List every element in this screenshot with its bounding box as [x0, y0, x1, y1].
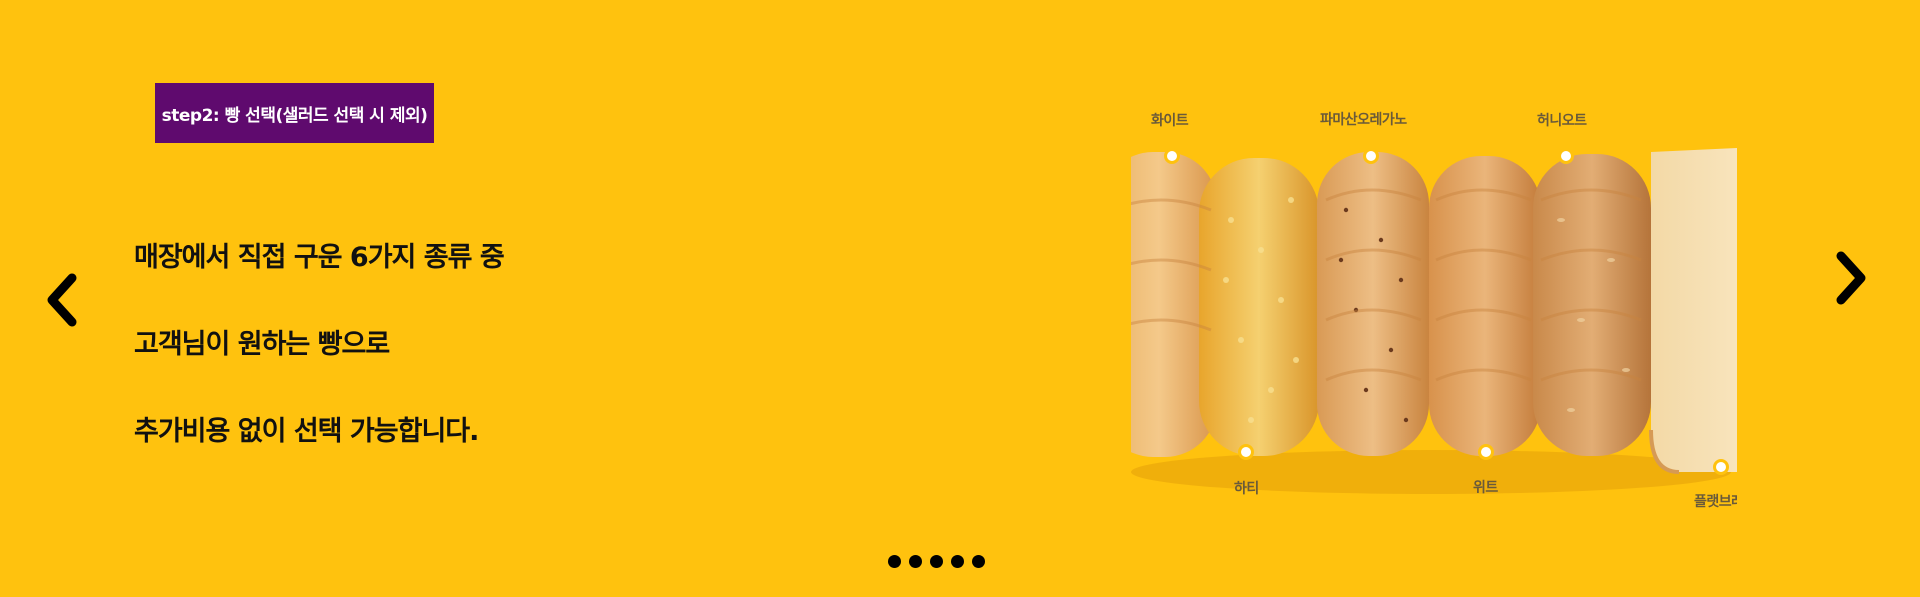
pagination-dots [888, 555, 985, 568]
chevron-left-icon [47, 273, 77, 327]
chevron-right-icon [1836, 251, 1866, 305]
pagination-dot[interactable] [888, 555, 901, 568]
bread-label-white: 화이트 [1151, 113, 1189, 129]
description-line-2: 고객님이 원하는 빵으로 [134, 329, 390, 360]
description-line-3: 추가비용 없이 선택 가능합니다. [134, 416, 479, 447]
bread-label-wheat: 위트 [1473, 480, 1498, 496]
next-slide-button[interactable] [1833, 250, 1869, 310]
bread-label-parmesan-oregano: 파마산오레가노 [1320, 112, 1407, 128]
pin-white [1164, 148, 1180, 164]
pin-wheat [1478, 444, 1494, 460]
pin-honey-oat [1558, 148, 1574, 164]
prev-slide-button[interactable] [44, 272, 80, 332]
step-badge: step2: 빵 선택(샐러드 선택 시 제외) [155, 83, 434, 143]
bread-label-flatbread: 플랫브레 [1694, 494, 1737, 510]
pagination-dot[interactable] [930, 555, 943, 568]
bread-lineup-image [1131, 148, 1737, 494]
pagination-dot[interactable] [951, 555, 964, 568]
bread-image-panel: 화이트 파마산오레가노 허니오트 하티 위트 플랫브레 [1131, 100, 1737, 520]
bread-label-hearty: 하티 [1234, 481, 1259, 497]
description-line-1: 매장에서 직접 구운 6가지 종류 중 [134, 242, 505, 273]
pagination-dot[interactable] [972, 555, 985, 568]
bread-label-honey-oat: 허니오트 [1537, 113, 1587, 129]
pin-hearty [1238, 444, 1254, 460]
pin-parmesan-oregano [1363, 148, 1379, 164]
pagination-dot[interactable] [909, 555, 922, 568]
pin-flatbread [1713, 459, 1729, 475]
